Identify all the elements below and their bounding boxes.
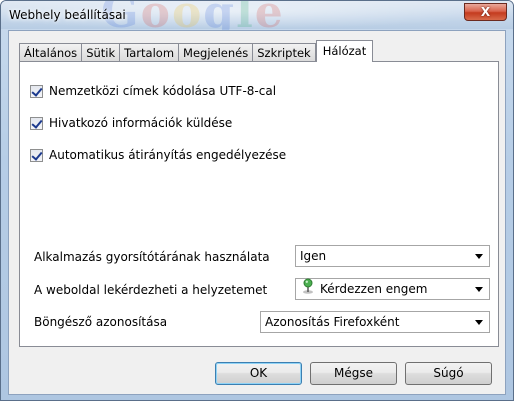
tab-scripts[interactable]: Szkriptek (252, 43, 316, 62)
utf8-checkbox[interactable] (30, 84, 43, 98)
chevron-down-icon (475, 320, 483, 325)
network-tab-panel: Nemzetközi címek kódolása UTF-8-cal Hiva… (19, 61, 499, 347)
chevron-down-icon (475, 254, 483, 259)
dialog-window: Google Webhely beállításai X Általános S… (0, 0, 514, 401)
redirect-checkbox[interactable] (30, 148, 43, 162)
cancel-button[interactable]: Mégse (310, 362, 397, 385)
checkbox-row-referrer[interactable]: Hivatkozó információk küldése (30, 116, 232, 130)
browser-id-select[interactable]: Azonosítás Firefoxként (260, 311, 490, 333)
help-button[interactable]: Súgó (405, 362, 492, 385)
tab-strip: Általános Sütik Tartalom Megjelenés Szkr… (19, 40, 374, 62)
geolocation-value: Kérdezzen engem (320, 282, 428, 296)
referrer-checkbox[interactable] (30, 116, 43, 130)
checkbox-row-redirect[interactable]: Automatikus átirányítás engedélyezése (30, 148, 286, 162)
close-button[interactable]: X (464, 3, 507, 21)
close-icon: X (480, 5, 491, 19)
redirect-checkbox-label: Automatikus átirányítás engedélyezése (49, 148, 287, 162)
browser-id-value: Azonosítás Firefoxként (265, 315, 400, 329)
referrer-checkbox-label: Hivatkozó információk küldése (49, 116, 233, 130)
background-logo: Google (101, 0, 285, 38)
tab-content[interactable]: Tartalom (119, 43, 180, 62)
dialog-client-area: Általános Sütik Tartalom Megjelenés Szkr… (8, 30, 506, 395)
utf8-checkbox-label: Nemzetközi címek kódolása UTF-8-cal (49, 84, 277, 98)
app-cache-label: Alkalmazás gyorsítótárának használata (34, 250, 270, 264)
ok-button[interactable]: OK (215, 362, 302, 385)
tab-cookies[interactable]: Sütik (81, 43, 121, 62)
chevron-down-icon (475, 287, 483, 292)
app-cache-select[interactable]: Igen (295, 245, 490, 267)
tab-display[interactable]: Megjelenés (178, 43, 254, 62)
checkbox-row-utf8[interactable]: Nemzetközi címek kódolása UTF-8-cal (30, 84, 276, 98)
window-title: Webhely beállításai (9, 8, 126, 22)
location-pin-icon (302, 278, 314, 300)
title-bar[interactable]: Google Webhely beállításai X (1, 0, 513, 38)
browser-id-label: Böngésző azonosítása (34, 315, 168, 329)
tab-general[interactable]: Általános (19, 43, 83, 62)
geolocation-label: A weboldal lekérdezheti a helyzetemet (34, 283, 268, 297)
app-cache-value: Igen (300, 249, 327, 263)
tab-network[interactable]: Hálózat (315, 40, 374, 62)
geolocation-select[interactable]: Kérdezzen engem (295, 278, 490, 300)
